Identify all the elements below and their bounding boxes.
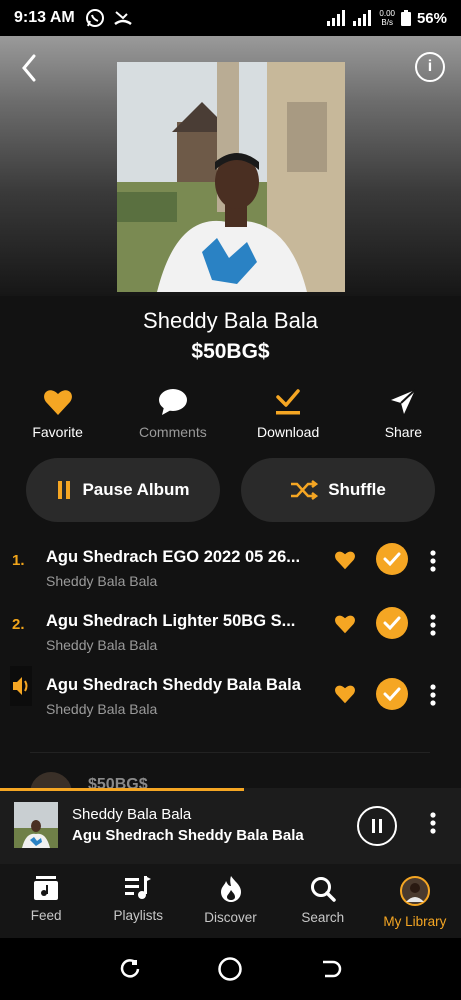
status-time: 9:13 AM — [14, 9, 75, 26]
more-vert-icon[interactable] — [426, 812, 440, 834]
album-actions: Favorite Comments Download Share — [0, 386, 461, 440]
shuffle-icon — [291, 480, 319, 500]
feed-icon — [34, 876, 59, 900]
track-title: Agu Shedrach Lighter 50BG S... — [46, 612, 296, 630]
search-icon — [310, 877, 336, 902]
missed-call-icon — [114, 11, 132, 26]
download-button[interactable]: Download — [231, 386, 346, 440]
bottom-navigation: Feed Playlists Discover Search My Librar… — [0, 864, 461, 938]
signal-icon — [353, 10, 372, 26]
more-vert-icon[interactable] — [426, 614, 440, 636]
share-icon — [391, 389, 417, 414]
track-row[interactable]: 1. Agu Shedrach EGO 2022 05 26... Sheddy… — [0, 543, 461, 612]
nav-my-library[interactable]: My Library — [369, 864, 461, 938]
info-icon: i — [427, 58, 433, 75]
back-nav-icon[interactable] — [319, 957, 343, 981]
nav-discover[interactable]: Discover — [184, 864, 276, 938]
album-artist[interactable]: $50BG$ — [0, 340, 461, 364]
flame-icon — [220, 876, 241, 902]
signal-icon — [327, 10, 346, 26]
downloaded-check-icon[interactable] — [376, 678, 408, 710]
chevron-left-icon — [22, 54, 36, 82]
track-row[interactable]: 2. Agu Shedrach Lighter 50BG S... Sheddy… — [0, 607, 461, 676]
share-button[interactable]: Share — [346, 386, 461, 440]
now-playing-album: Sheddy Bala Bala — [72, 806, 192, 823]
whatsapp-icon — [85, 9, 104, 27]
system-navigation-bar — [0, 938, 461, 1000]
heart-icon[interactable] — [334, 614, 356, 634]
album-cover — [117, 62, 345, 292]
heart-icon[interactable] — [334, 684, 356, 704]
favorite-button[interactable]: Favorite — [0, 386, 115, 440]
home-icon[interactable] — [217, 956, 243, 982]
avatar-icon — [399, 876, 430, 906]
comments-button[interactable]: Comments — [115, 386, 230, 440]
battery-percent: 56% — [416, 9, 447, 27]
playlists-icon — [125, 876, 152, 899]
album-cover-image — [117, 62, 345, 292]
track-artist: Sheddy Bala Bala — [46, 701, 158, 717]
track-row-playing[interactable]: Agu Shedrach Sheddy Bala Bala Sheddy Bal… — [0, 666, 461, 740]
status-bar: 9:13 AM 0.00 B/s 56% — [0, 0, 461, 36]
more-vert-icon[interactable] — [426, 684, 440, 706]
mini-player[interactable]: Sheddy Bala Bala Agu Shedrach Sheddy Bal… — [0, 788, 461, 864]
heart-icon[interactable] — [334, 550, 356, 570]
nav-playlists[interactable]: Playlists — [92, 864, 184, 938]
pause-album-button[interactable]: Pause Album — [26, 458, 220, 522]
mini-player-thumbnail — [14, 802, 58, 848]
now-playing-speaker-icon — [10, 666, 32, 706]
play-pause-button[interactable] — [357, 806, 397, 846]
back-button[interactable] — [16, 50, 44, 86]
battery-icon — [400, 10, 411, 26]
album-title: Sheddy Bala Bala — [143, 308, 318, 333]
more-vert-icon[interactable] — [426, 550, 440, 572]
heart-icon — [43, 390, 72, 415]
track-artist: Sheddy Bala Bala — [46, 573, 158, 589]
recent-apps-icon[interactable] — [118, 957, 142, 981]
network-speed: 0.00 B/s — [379, 9, 395, 27]
playback-progress-bar[interactable] — [0, 788, 245, 791]
pause-icon — [372, 819, 382, 833]
downloaded-check-icon[interactable] — [376, 607, 408, 639]
comment-icon — [158, 389, 187, 415]
info-button[interactable]: i — [415, 52, 445, 82]
downloaded-check-icon[interactable] — [376, 543, 408, 575]
track-title: Agu Shedrach Sheddy Bala Bala — [46, 676, 301, 694]
pause-icon — [58, 481, 71, 499]
track-artist: Sheddy Bala Bala — [46, 637, 158, 653]
shuffle-button[interactable]: Shuffle — [241, 458, 435, 522]
download-icon — [276, 389, 301, 415]
track-title: Agu Shedrach EGO 2022 05 26... — [46, 548, 301, 566]
nav-search[interactable]: Search — [277, 864, 369, 938]
now-playing-title: Agu Shedrach Sheddy Bala Bala — [72, 827, 304, 844]
divider — [30, 752, 430, 753]
nav-feed[interactable]: Feed — [0, 864, 92, 938]
track-number: 1. — [12, 552, 25, 569]
track-number: 2. — [12, 616, 25, 633]
